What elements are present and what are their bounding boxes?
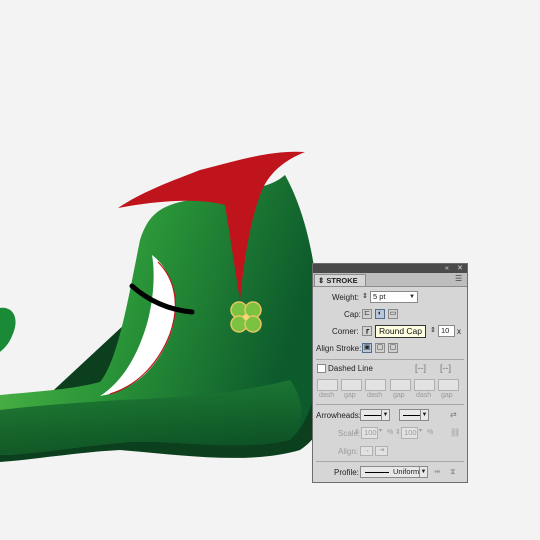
dash-field-2[interactable] — [365, 379, 386, 391]
link-icon[interactable]: ⛓ — [450, 428, 460, 437]
panel-menu-icon[interactable]: ☰ — [455, 275, 464, 283]
scale-start-field[interactable]: 100 — [361, 427, 378, 439]
profile-value: Uniform — [393, 467, 420, 476]
stroke-panel: « ✕ ⇕ STROKE ☰ Weight: ⇕ 5 pt ▼ Cap: ⊏ ◐… — [312, 263, 468, 483]
gap-field-3[interactable] — [438, 379, 459, 391]
flip-vertical-icon[interactable]: ⧗ — [450, 467, 456, 477]
profile-select[interactable]: Uniform ▼ — [360, 466, 428, 478]
arrow-tip-place-button[interactable]: ⇥ — [375, 446, 388, 456]
chevron-down-icon[interactable]: ▼ — [409, 292, 415, 302]
butt-cap-button[interactable]: ⊏ — [362, 309, 372, 319]
divider — [316, 461, 464, 462]
corner-label: Corner: — [332, 327, 359, 336]
align-outside-button[interactable]: ▢ — [388, 343, 398, 353]
limit-field[interactable]: 10 — [438, 325, 455, 337]
gap-field-1[interactable] — [341, 379, 362, 391]
dash-label-2: dash — [367, 392, 383, 399]
align-stroke-label: Align Stroke: — [316, 344, 362, 353]
tab-stroke[interactable]: ⇕ STROKE — [314, 274, 366, 286]
weight-field[interactable]: 5 pt ▼ — [370, 291, 418, 303]
gap-field-2[interactable] — [390, 379, 411, 391]
end-arrowhead-select[interactable]: ▼ — [399, 409, 429, 421]
round-cap-tooltip: Round Cap — [375, 325, 427, 338]
flip-horizontal-icon[interactable]: ⇹ — [434, 467, 441, 476]
scale-end-percent: % — [427, 429, 434, 436]
scale-start-percent: % — [387, 429, 394, 436]
projecting-cap-button[interactable]: ▭ — [388, 309, 398, 319]
miter-join-button[interactable]: ┏ — [362, 326, 372, 336]
dash-field-3[interactable] — [414, 379, 435, 391]
close-icon[interactable]: ✕ — [457, 264, 463, 273]
chevron-down-icon[interactable]: ▼ — [419, 467, 427, 477]
divider — [316, 404, 464, 405]
start-arrowhead-select[interactable]: ▼ — [360, 409, 390, 421]
chevron-down-icon[interactable]: ▾ — [419, 427, 422, 434]
dash-field-1[interactable] — [317, 379, 338, 391]
dash-label-1: dash — [319, 392, 335, 399]
gap-label-1: gap — [344, 392, 356, 399]
scale-end-field[interactable]: 100 — [401, 427, 418, 439]
dash-label-3: dash — [416, 392, 432, 399]
scale-end-stepper[interactable]: ⇕ — [395, 428, 401, 436]
profile-label: Profile: — [334, 468, 359, 477]
divider — [316, 359, 464, 360]
limit-unit: x — [457, 327, 461, 336]
limit-stepper[interactable]: ⇕ — [430, 326, 436, 334]
double-chevron-left-icon[interactable]: « — [445, 264, 449, 273]
align-arrow-label: Align: — [338, 447, 359, 456]
dashed-line-checkbox[interactable] — [317, 364, 326, 373]
align-dash-icon[interactable]: [--] — [440, 363, 451, 373]
clover-charm — [230, 301, 262, 333]
panel-tabbar: ⇕ STROKE ☰ — [313, 273, 467, 287]
chevron-down-icon[interactable]: ▾ — [379, 427, 382, 434]
weight-stepper[interactable]: ⇕ — [362, 292, 368, 300]
gap-label-2: gap — [393, 392, 405, 399]
round-cap-button[interactable]: ◐ — [375, 309, 385, 319]
arrow-tip-extend-button[interactable]: → — [360, 446, 373, 456]
swap-arrows-icon[interactable]: ⇄ — [450, 410, 457, 419]
align-inside-button[interactable]: ▢ — [375, 343, 385, 353]
cap-label: Cap: — [344, 310, 361, 319]
gap-label-3: gap — [441, 392, 453, 399]
arrowheads-label: Arrowheads: — [316, 411, 361, 420]
scale-start-stepper[interactable]: ⇕ — [354, 428, 360, 436]
chevron-down-icon[interactable]: ▼ — [381, 410, 389, 420]
dashed-line-label: Dashed Line — [328, 364, 373, 373]
align-center-button[interactable]: ▣ — [362, 343, 372, 353]
toe-curl — [0, 307, 16, 352]
panel-titlebar[interactable]: « ✕ — [313, 264, 467, 273]
preserve-dash-icon[interactable]: [--] — [415, 363, 426, 373]
weight-label: Weight: — [332, 293, 359, 302]
chevron-down-icon[interactable]: ▼ — [420, 410, 428, 420]
